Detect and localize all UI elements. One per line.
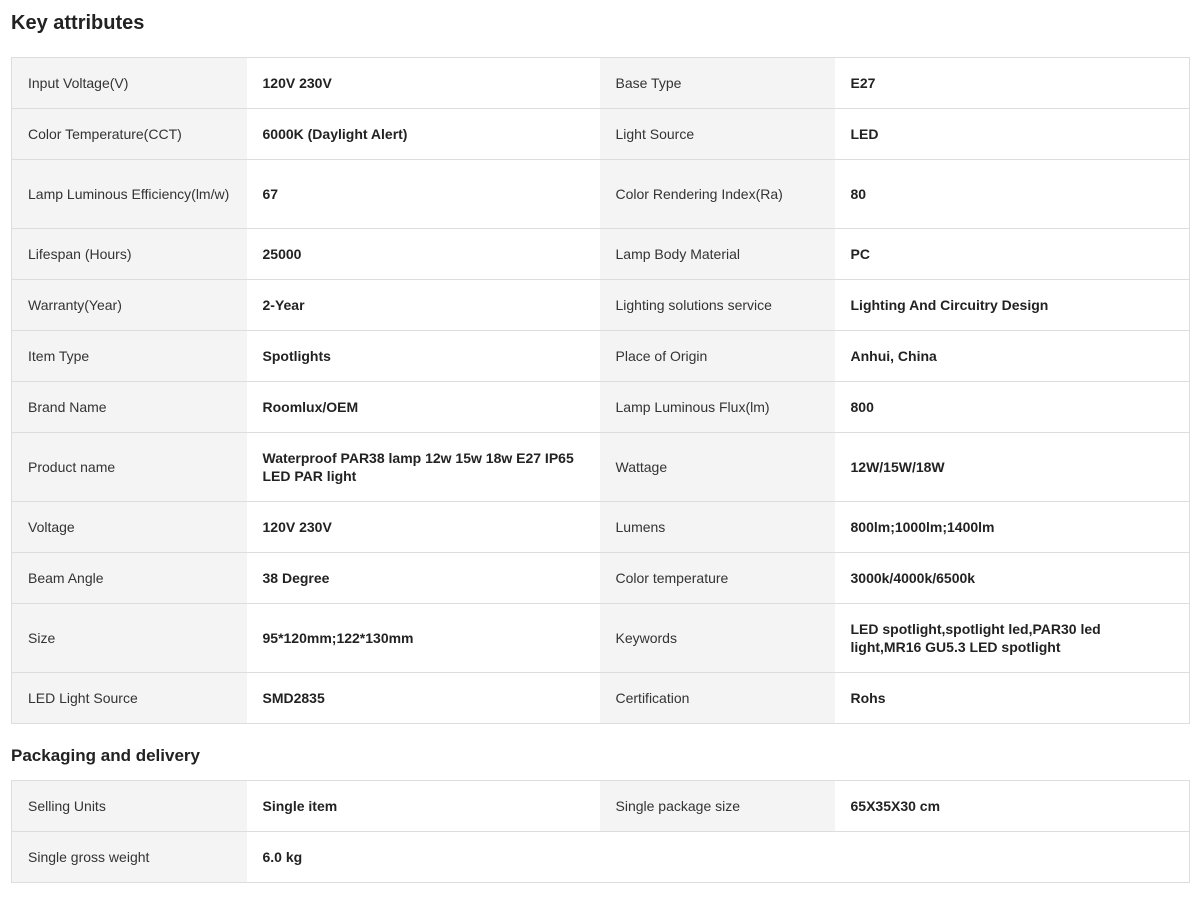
attribute-row: Brand Name Roomlux/OEM Lamp Luminous Flu… (11, 381, 1190, 433)
attribute-value: 3000k/4000k/6500k (834, 552, 1190, 604)
attribute-label: Item Type (11, 330, 247, 382)
attribute-label: Voltage (11, 501, 247, 553)
attribute-value: LED spotlight,spotlight led,PAR30 led li… (834, 603, 1190, 673)
attribute-row: Single gross weight 6.0 kg (11, 831, 1190, 883)
attribute-value: 2-Year (246, 279, 600, 331)
attribute-row: Item Type Spotlights Place of Origin Anh… (11, 330, 1190, 382)
attribute-label: Input Voltage(V) (11, 57, 247, 109)
attribute-label: Keywords (599, 603, 835, 673)
attribute-label: Brand Name (11, 381, 247, 433)
attribute-label: Color Rendering Index(Ra) (599, 159, 835, 229)
attribute-label: Single gross weight (11, 831, 247, 883)
attribute-row: Color Temperature(CCT) 6000K (Daylight A… (11, 108, 1190, 160)
attribute-value: Waterproof PAR38 lamp 12w 15w 18w E27 IP… (246, 432, 600, 502)
attribute-value: 120V 230V (246, 501, 600, 553)
product-attributes-page: Key attributes Input Voltage(V) 120V 230… (0, 0, 1200, 883)
attribute-label: Color temperature (599, 552, 835, 604)
attribute-value: 6000K (Daylight Alert) (246, 108, 600, 160)
empty-cell (599, 831, 1190, 883)
attribute-value: 800lm;1000lm;1400lm (834, 501, 1190, 553)
attribute-row: LED Light Source SMD2835 Certification R… (11, 672, 1190, 724)
attribute-value: Rohs (834, 672, 1190, 724)
attribute-label: Lighting solutions service (599, 279, 835, 331)
attribute-value: Anhui, China (834, 330, 1190, 382)
attribute-label: Wattage (599, 432, 835, 502)
attribute-label: Beam Angle (11, 552, 247, 604)
attribute-row: Lifespan (Hours) 25000 Lamp Body Materia… (11, 228, 1190, 280)
attribute-value: Roomlux/OEM (246, 381, 600, 433)
attribute-value: 38 Degree (246, 552, 600, 604)
attribute-value: 95*120mm;122*130mm (246, 603, 600, 673)
packaging-table: Selling Units Single item Single package… (11, 780, 1190, 883)
attribute-label: Lifespan (Hours) (11, 228, 247, 280)
attribute-label: Product name (11, 432, 247, 502)
attribute-label: Single package size (599, 780, 835, 832)
attribute-row: Voltage 120V 230V Lumens 800lm;1000lm;14… (11, 501, 1190, 553)
attribute-row: Selling Units Single item Single package… (11, 780, 1190, 832)
attribute-row: Lamp Luminous Efficiency(lm/w) 67 Color … (11, 159, 1190, 229)
attribute-value: Single item (246, 780, 600, 832)
attribute-label: Place of Origin (599, 330, 835, 382)
attribute-label: Lumens (599, 501, 835, 553)
attribute-label: Certification (599, 672, 835, 724)
attribute-value: Spotlights (246, 330, 600, 382)
key-attributes-table: Input Voltage(V) 120V 230V Base Type E27… (11, 57, 1190, 724)
attribute-value: PC (834, 228, 1190, 280)
attribute-label: Selling Units (11, 780, 247, 832)
attribute-label: LED Light Source (11, 672, 247, 724)
attribute-row: Input Voltage(V) 120V 230V Base Type E27 (11, 57, 1190, 109)
attribute-value: 120V 230V (246, 57, 600, 109)
attribute-value: LED (834, 108, 1190, 160)
attribute-value: 25000 (246, 228, 600, 280)
attribute-label: Base Type (599, 57, 835, 109)
packaging-title: Packaging and delivery (11, 746, 200, 765)
attribute-value: 67 (246, 159, 600, 229)
attribute-label: Lamp Luminous Efficiency(lm/w) (11, 159, 247, 229)
attribute-label: Lamp Luminous Flux(lm) (599, 381, 835, 433)
attribute-label: Warranty(Year) (11, 279, 247, 331)
attribute-value: 80 (834, 159, 1190, 229)
key-attributes-title: Key attributes (11, 12, 145, 34)
attribute-row: Beam Angle 38 Degree Color temperature 3… (11, 552, 1190, 604)
attribute-value: 6.0 kg (246, 831, 600, 883)
attribute-row: Warranty(Year) 2-Year Lighting solutions… (11, 279, 1190, 331)
attribute-value: 800 (834, 381, 1190, 433)
attribute-value: SMD2835 (246, 672, 600, 724)
attribute-value: E27 (834, 57, 1190, 109)
attribute-label: Color Temperature(CCT) (11, 108, 247, 160)
attribute-value: Lighting And Circuitry Design (834, 279, 1190, 331)
attribute-label: Size (11, 603, 247, 673)
attribute-value: 65X35X30 cm (834, 780, 1190, 832)
attribute-label: Lamp Body Material (599, 228, 835, 280)
attribute-row: Size 95*120mm;122*130mm Keywords LED spo… (11, 603, 1190, 673)
attribute-label: Light Source (599, 108, 835, 160)
attribute-row: Product name Waterproof PAR38 lamp 12w 1… (11, 432, 1190, 502)
attribute-value: 12W/15W/18W (834, 432, 1190, 502)
